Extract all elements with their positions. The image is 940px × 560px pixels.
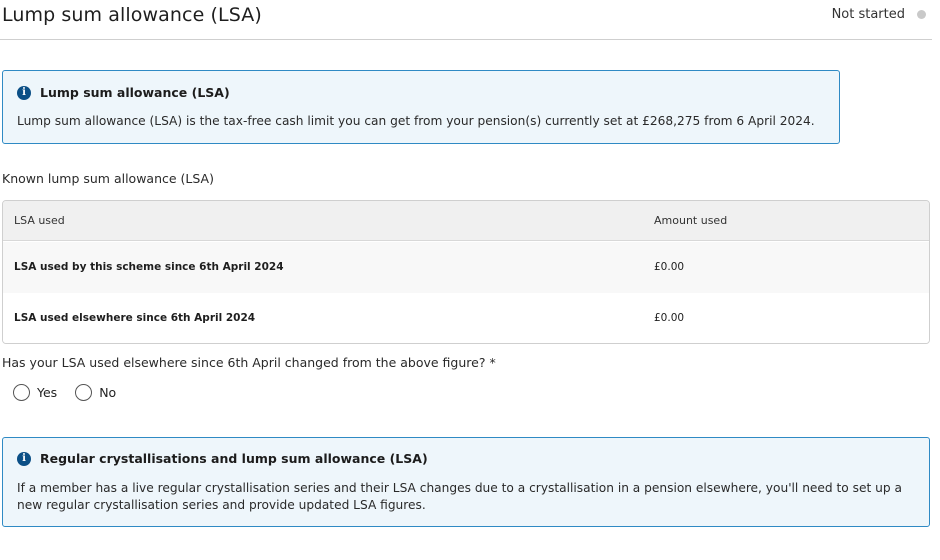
regular-crystallisation-info-panel: i Regular crystallisations and lump sum …: [2, 437, 930, 527]
row-label: LSA used by this scheme since 6th April …: [14, 261, 284, 273]
radio-option-no[interactable]: No: [75, 384, 116, 401]
info-icon: i: [17, 85, 31, 100]
known-lsa-table: LSA used Amount used LSA used by this sc…: [2, 200, 930, 344]
lsa-info-title: Lump sum allowance (LSA): [40, 85, 230, 100]
table-row: LSA used elsewhere since 6th April 2024 …: [3, 293, 929, 343]
page-title: Lump sum allowance (LSA): [2, 4, 262, 26]
lsa-info-panel: i Lump sum allowance (LSA) Lump sum allo…: [2, 70, 840, 144]
status-indicator: Not started: [832, 7, 926, 22]
row-amount: £0.00: [654, 312, 685, 324]
radio-yes[interactable]: [13, 384, 30, 401]
row-amount: £0.00: [654, 261, 685, 273]
status-text: Not started: [831, 7, 905, 22]
status-dot-icon: [917, 10, 926, 19]
regular-info-title: Regular crystallisations and lump sum al…: [40, 451, 428, 466]
radio-yes-label[interactable]: Yes: [37, 385, 57, 400]
lsa-changed-question: Has your LSA used elsewhere since 6th Ap…: [2, 355, 496, 370]
known-lsa-label: Known lump sum allowance (LSA): [2, 171, 214, 186]
regular-info-header: i Regular crystallisations and lump sum …: [17, 451, 428, 466]
lsa-changed-radio-group: Yes No: [13, 384, 134, 401]
regular-info-body: If a member has a live regular crystalli…: [17, 481, 902, 512]
radio-no[interactable]: [75, 384, 93, 401]
column-header-lsa-used: LSA used: [14, 214, 65, 227]
column-header-amount-used: Amount used: [654, 214, 728, 227]
table-row: LSA used by this scheme since 6th April …: [3, 242, 929, 293]
lsa-info-header: i Lump sum allowance (LSA): [17, 85, 230, 100]
info-icon: i: [17, 451, 31, 466]
radio-no-label[interactable]: No: [99, 385, 116, 400]
radio-option-yes[interactable]: Yes: [13, 384, 57, 401]
row-label: LSA used elsewhere since 6th April 2024: [14, 312, 256, 324]
page-header: Lump sum allowance (LSA) Not started: [0, 0, 932, 40]
table-header: LSA used Amount used: [3, 201, 929, 241]
lsa-info-body: Lump sum allowance (LSA) is the tax-free…: [17, 114, 815, 128]
